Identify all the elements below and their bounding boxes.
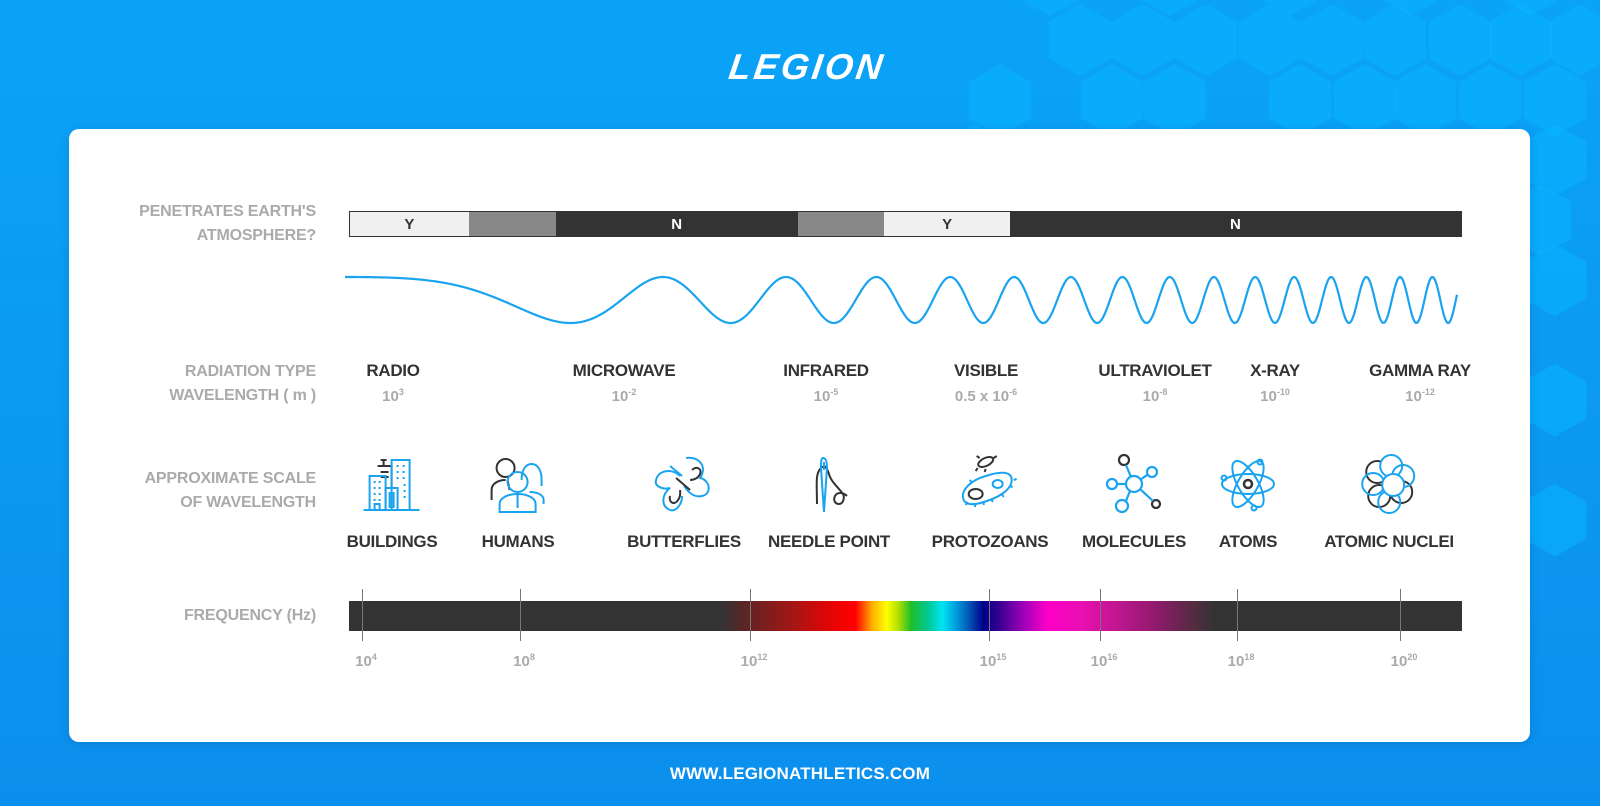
atmosphere-segment-yes: Y <box>884 212 1010 236</box>
hexagon-shape <box>1523 123 1587 197</box>
hexagon-shape <box>1393 63 1457 137</box>
hexagon-shape <box>1111 3 1175 77</box>
frequency-tick-mark <box>989 589 990 641</box>
scale-row-label: APPROXIMATE SCALE OF WAVELENGTH <box>144 470 317 511</box>
frequency-tick-label: 1020 <box>1390 652 1418 670</box>
hexagon-shape <box>968 63 1032 137</box>
scale-item-atoms: ATOMS <box>1216 452 1280 552</box>
svg-text:LEGION: LEGION <box>726 47 888 87</box>
frequency-tick-mark <box>520 589 521 641</box>
atom-icon <box>1220 458 1275 512</box>
radiation-type-gamma-ray: GAMMA RAY 10-12 <box>1369 360 1471 407</box>
wavelength-wave <box>345 275 1459 325</box>
frequency-tick-mark <box>750 589 751 641</box>
scale-label: ATOMS <box>1218 532 1278 551</box>
radiation-name: INFRARED <box>783 361 869 380</box>
atmosphere-segment-partial <box>797 212 885 236</box>
wavelength-value: 10-10 <box>1260 387 1290 405</box>
frequency-tick-label: 1016 <box>1090 652 1118 670</box>
frequency-tick-label: 1015 <box>979 652 1007 670</box>
frequency-tick-mark <box>1400 589 1401 641</box>
scale-label: HUMANS <box>481 532 555 551</box>
scale-item-protozoans: PROTOZOANS <box>932 452 1049 552</box>
frequency-tick-label: 104 <box>355 652 377 670</box>
frequency-row-label: FREQUENCY (Hz) <box>183 607 316 624</box>
radiation-name: X-RAY <box>1250 361 1300 380</box>
atmosphere-segment-no: N <box>555 212 798 236</box>
scale-item-atomic-nuclei: ATOMIC NUCLEI <box>1324 452 1454 552</box>
radiation-type-x-ray: X-RAY 10-10 <box>1250 360 1300 407</box>
atmosphere-segment-no: N <box>1009 212 1461 236</box>
hexagon-shape <box>1300 3 1364 77</box>
frequency-tick-mark <box>1100 589 1101 641</box>
website-link[interactable]: WWW.LEGIONATHLETICS.COM <box>0 764 1600 784</box>
atmosphere-segment-partial <box>468 212 556 236</box>
hexagon-shape <box>1174 3 1238 77</box>
scale-label: BUILDINGS <box>346 532 438 551</box>
wavelength-value: 103 <box>382 387 404 405</box>
radiation-name: ULTRAVIOLET <box>1098 361 1212 380</box>
frequency-tick-label: 1018 <box>1227 652 1255 670</box>
scale-item-needle-point: NEEDLE POINT <box>768 452 890 552</box>
hexagon-shape <box>1363 3 1427 77</box>
scale-label: BUTTERFLIES <box>627 532 741 551</box>
radiation-row-label: RADIATION TYPE WAVELENGTH ( m ) <box>169 363 316 404</box>
radiation-type-visible: VISIBLE 0.5 x 10-6 <box>954 360 1018 407</box>
wavelength-value: 10-12 <box>1405 387 1435 405</box>
radiation-name: RADIO <box>366 361 420 380</box>
hexagon-shape <box>1523 483 1587 557</box>
wavelength-value: 0.5 x 10-6 <box>954 387 1018 405</box>
nucleus-icon <box>1360 454 1415 514</box>
radiation-name: MICROWAVE <box>572 361 676 380</box>
hexagon-shape <box>1428 3 1492 77</box>
radiation-type-microwave: MICROWAVE 10-2 <box>573 360 676 407</box>
hexagon-shape <box>1523 363 1587 437</box>
atmosphere-row-label: PENETRATES EARTH'S ATMOSPHERE? <box>139 203 316 244</box>
hexagon-shape <box>1268 63 1332 137</box>
legion-logo: LEGION <box>726 47 888 87</box>
hexagon-shape <box>1333 63 1397 137</box>
atmosphere-segment-yes: Y <box>350 212 469 236</box>
frequency-tick-label: 108 <box>513 652 535 670</box>
hexagon-shape <box>1080 63 1144 137</box>
scale-item-buildings: BUILDINGS <box>347 452 438 552</box>
scale-item-humans: HUMANS <box>482 452 555 552</box>
hexagon-shape <box>1488 3 1552 77</box>
radiation-type-radio: RADIO 103 <box>366 360 420 407</box>
hexagon-shape <box>1143 63 1207 137</box>
wavelength-value: 10-8 <box>1142 387 1168 405</box>
hexagon-shape <box>1048 3 1112 77</box>
butterfly-icon <box>654 456 710 512</box>
hexagon-shape <box>1523 243 1587 317</box>
radiation-type-infrared: INFRARED 10-5 <box>783 360 869 407</box>
frequency-tick-label: 1012 <box>740 652 768 670</box>
frequency-tick-mark <box>362 589 363 641</box>
molecule-icon <box>1105 453 1162 514</box>
buildings-icon <box>364 459 420 511</box>
atmosphere-penetration-bar: YNYN <box>349 211 1462 237</box>
hexagon-shape <box>1458 63 1522 137</box>
radiation-name: GAMMA RAY <box>1369 361 1471 380</box>
wavelength-value: 10-2 <box>611 387 637 405</box>
scale-item-molecules: MOLECULES <box>1082 452 1186 552</box>
humans-icon <box>491 458 545 513</box>
scale-label: ATOMIC NUCLEI <box>1324 532 1454 551</box>
scale-label: NEEDLE POINT <box>767 532 891 551</box>
scale-item-butterflies: BUTTERFLIES <box>627 452 741 552</box>
frequency-tick-mark <box>1237 589 1238 641</box>
radiation-name: VISIBLE <box>953 361 1019 380</box>
scale-label: PROTOZOANS <box>931 532 1049 551</box>
wavelength-value: 10-5 <box>813 387 839 405</box>
needle-icon <box>815 456 848 513</box>
scale-label: MOLECULES <box>1081 532 1187 551</box>
protozoan-icon <box>962 455 1018 508</box>
radiation-type-ultraviolet: ULTRAVIOLET 10-8 <box>1098 360 1211 407</box>
frequency-spectrum-bar <box>349 601 1462 631</box>
